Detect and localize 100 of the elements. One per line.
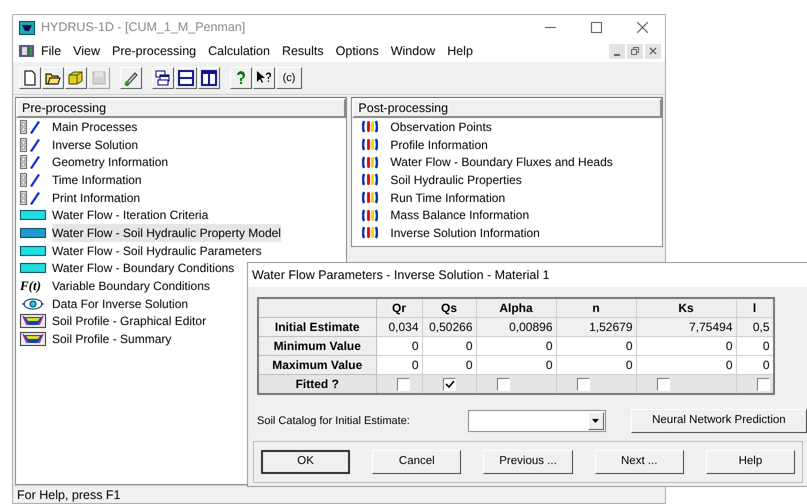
box-icon xyxy=(68,70,84,86)
document-icon xyxy=(19,44,35,58)
new-file-icon xyxy=(22,70,38,86)
help-button[interactable] xyxy=(230,67,252,89)
checkbox[interactable] xyxy=(576,378,590,392)
color-bars-icon xyxy=(362,156,378,169)
tree-item[interactable]: Soil Hydraulic Properties xyxy=(390,170,522,189)
table-cell[interactable]: 0 xyxy=(556,356,636,374)
mdi-restore-button[interactable] xyxy=(627,44,643,58)
table-cell[interactable]: 0 xyxy=(736,356,774,374)
table-cell[interactable]: 0 xyxy=(636,356,736,374)
table-cell[interactable]: 0,5 xyxy=(736,318,774,336)
table-cell[interactable]: 0 xyxy=(376,336,422,356)
tree-item[interactable]: Water Flow - Boundary Fluxes and Heads xyxy=(390,153,613,172)
dialog-button[interactable]: OK xyxy=(261,450,350,474)
menu-item[interactable]: Pre-processing xyxy=(106,42,202,60)
soil-profile-icon xyxy=(20,332,46,346)
save-icon xyxy=(91,70,107,86)
tree-item[interactable]: Water Flow - Iteration Criteria xyxy=(52,206,208,224)
table-cell[interactable]: 0 xyxy=(422,356,476,374)
checkbox[interactable] xyxy=(396,378,410,392)
table-cell[interactable]: 0 xyxy=(422,336,476,356)
table-cell[interactable]: 1,52679 xyxy=(556,318,636,336)
menu-item[interactable]: Calculation xyxy=(202,42,276,60)
pointer-question-button[interactable] xyxy=(253,67,275,89)
tree-item[interactable]: Data For Inverse Solution xyxy=(52,294,188,313)
column-header: n xyxy=(556,298,636,318)
soil-profile-icon xyxy=(20,314,46,328)
app-icon xyxy=(19,20,35,35)
column-header: Qr xyxy=(376,298,422,318)
checkbox[interactable] xyxy=(442,378,456,392)
minimize-icon[interactable] xyxy=(544,27,556,28)
tree-item[interactable]: Run Time Information xyxy=(390,188,506,207)
catalog-label: Soil Catalog for Initial Estimate: xyxy=(257,414,410,429)
column-header: Alpha xyxy=(476,298,556,318)
cascade-windows-button[interactable] xyxy=(152,67,174,89)
tree-item[interactable]: Mass Balance Information xyxy=(390,206,530,224)
tree-item[interactable]: Print Information xyxy=(52,188,140,207)
table-cell[interactable]: 7,75494 xyxy=(636,318,736,336)
open-project-button[interactable] xyxy=(65,67,87,89)
menu-item[interactable]: Help xyxy=(441,42,479,60)
tree-item[interactable]: Water Flow - Soil Hydraulic Parameters xyxy=(52,242,262,260)
menu-item[interactable]: Options xyxy=(330,42,385,60)
dialog-title: Water Flow Parameters - Inverse Solution - Material 1 xyxy=(248,263,807,287)
tree-item[interactable]: Variable Boundary Conditions xyxy=(52,277,210,296)
color-bars-icon xyxy=(362,208,378,222)
table-cell[interactable]: 0 xyxy=(476,336,556,356)
maximize-icon[interactable] xyxy=(590,22,602,33)
tree-item[interactable]: Profile Information xyxy=(390,136,488,154)
table-cell[interactable]: 0,50266 xyxy=(422,318,476,336)
horizontal-split-button[interactable] xyxy=(175,67,197,89)
menu-item[interactable]: File xyxy=(35,42,68,60)
tree-item[interactable]: Inverse Solution Information xyxy=(390,224,540,242)
dialog-button[interactable]: Help xyxy=(706,450,796,474)
dropdown-arrow-icon xyxy=(592,419,600,423)
tree-item[interactable]: Inverse Solution xyxy=(52,136,138,154)
checkbox[interactable] xyxy=(496,378,510,392)
neural-network-button[interactable]: Neural Network Prediction xyxy=(630,409,807,433)
color-bars-icon xyxy=(362,120,378,134)
function-icon: F(t) xyxy=(20,276,46,296)
mdi-minimize-button[interactable] xyxy=(609,44,625,58)
table-cell[interactable]: 0 xyxy=(736,336,774,356)
tree-item[interactable]: Observation Points xyxy=(390,118,492,136)
tree-item[interactable]: Soil Profile - Summary xyxy=(52,330,172,348)
dialog-button[interactable]: Cancel xyxy=(372,450,462,474)
table-cell[interactable]: 0 xyxy=(636,336,736,356)
table-cell[interactable]: 0 xyxy=(556,336,636,356)
table-cell[interactable]: 0,034 xyxy=(376,318,422,336)
minimize-icon xyxy=(614,54,620,56)
horizontal-split-icon xyxy=(178,70,194,86)
tree-item[interactable]: Water Flow - Soil Hydraulic Property Model xyxy=(52,224,281,242)
tree-item[interactable]: Time Information xyxy=(52,170,142,189)
panel-header: Post-processing xyxy=(352,98,662,118)
new-button[interactable] xyxy=(19,67,41,89)
tree-item[interactable]: Main Processes xyxy=(52,118,138,136)
close-icon[interactable] xyxy=(636,22,648,33)
tree-item[interactable]: Water Flow - Boundary Conditions xyxy=(52,259,234,278)
tree-item[interactable]: Geometry Information xyxy=(52,153,168,172)
status-text: For Help, press F1 xyxy=(17,487,121,503)
open-button[interactable] xyxy=(42,67,64,89)
mdi-close-button[interactable] xyxy=(645,44,661,58)
row-header: Maximum Value xyxy=(258,356,376,374)
eye-icon xyxy=(20,296,46,311)
table-cell[interactable]: 0 xyxy=(476,356,556,374)
menu-item[interactable]: Window xyxy=(384,42,442,60)
menu-item[interactable]: Results xyxy=(276,42,330,60)
dialog-button[interactable]: Next ... xyxy=(594,450,684,474)
graph-tool-button[interactable] xyxy=(120,67,142,89)
dialog-button[interactable]: Previous ... xyxy=(483,450,573,474)
copyright-button[interactable]: (c) xyxy=(276,67,302,89)
vertical-split-button[interactable] xyxy=(198,67,220,89)
table-cell[interactable]: 0,00896 xyxy=(476,318,556,336)
checkbox[interactable] xyxy=(756,378,770,392)
menu-item[interactable]: View xyxy=(67,42,106,60)
water-block-icon xyxy=(20,210,46,220)
close-icon xyxy=(649,44,657,57)
tree-item[interactable]: Soil Profile - Graphical Editor xyxy=(52,312,206,330)
checkbox[interactable] xyxy=(656,378,670,392)
table-cell[interactable]: 0 xyxy=(376,356,422,374)
soil-catalog-dropdown[interactable] xyxy=(468,410,606,432)
